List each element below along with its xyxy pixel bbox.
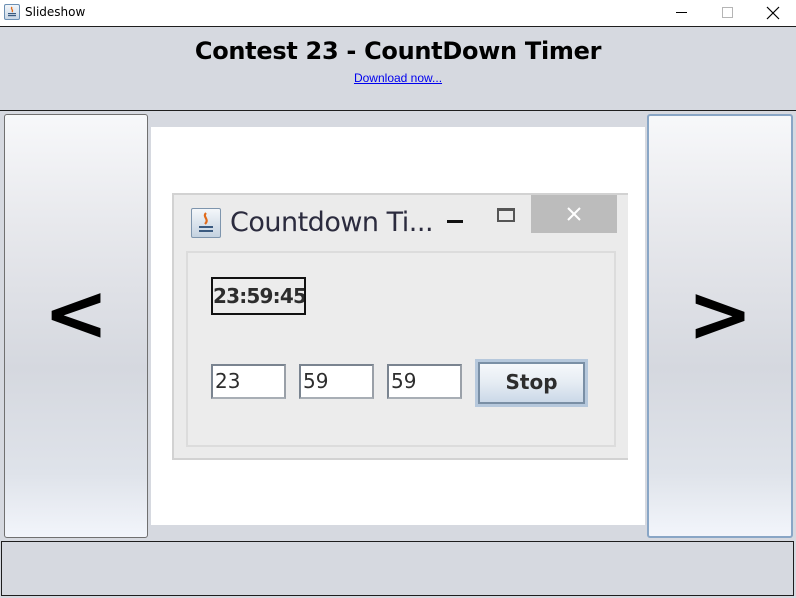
download-link[interactable]: Download now...	[0, 71, 796, 85]
stop-button-image: Stop	[475, 359, 588, 407]
next-slide-button[interactable]: >	[647, 114, 793, 538]
stop-button-label: Stop	[478, 362, 585, 404]
window-titlebar: Slideshow	[0, 0, 796, 27]
footer-panel	[1, 541, 794, 596]
minimize-icon	[447, 220, 463, 223]
previous-slide-button[interactable]: <	[4, 114, 148, 538]
maximize-button[interactable]	[704, 0, 750, 26]
countdown-content-panel: 23:59:45 23 59 59 Stop	[186, 251, 616, 447]
time-remaining-display: 23:59:45	[211, 277, 306, 315]
close-button-image	[531, 195, 617, 233]
minimize-icon	[676, 12, 687, 13]
window-title: Slideshow	[25, 5, 86, 19]
minutes-field: 59	[299, 364, 374, 399]
slideshow-title: Contest 23 - CountDown Timer	[194, 37, 602, 65]
java-app-icon	[4, 4, 20, 20]
countdown-window-screenshot: Countdown Ti... 23:59:45 23 59 59 Stop	[172, 193, 628, 460]
maximize-icon	[722, 7, 733, 18]
hours-field: 23	[211, 364, 286, 399]
maximize-icon	[497, 208, 515, 222]
close-button[interactable]	[750, 0, 796, 26]
next-arrow-label: >	[687, 270, 753, 360]
java-coffee-icon	[191, 208, 221, 238]
seconds-field: 59	[387, 364, 462, 399]
close-icon	[567, 207, 581, 221]
slide-image: Countdown Ti... 23:59:45 23 59 59 Stop	[151, 127, 645, 525]
download-link-text[interactable]: Download now...	[354, 71, 442, 85]
previous-arrow-label: <	[43, 269, 109, 359]
close-icon	[766, 6, 780, 20]
minimize-button[interactable]	[658, 0, 704, 26]
countdown-window-title: Countdown Ti...	[230, 207, 434, 238]
header-panel: Contest 23 - CountDown Timer Download no…	[0, 27, 796, 111]
